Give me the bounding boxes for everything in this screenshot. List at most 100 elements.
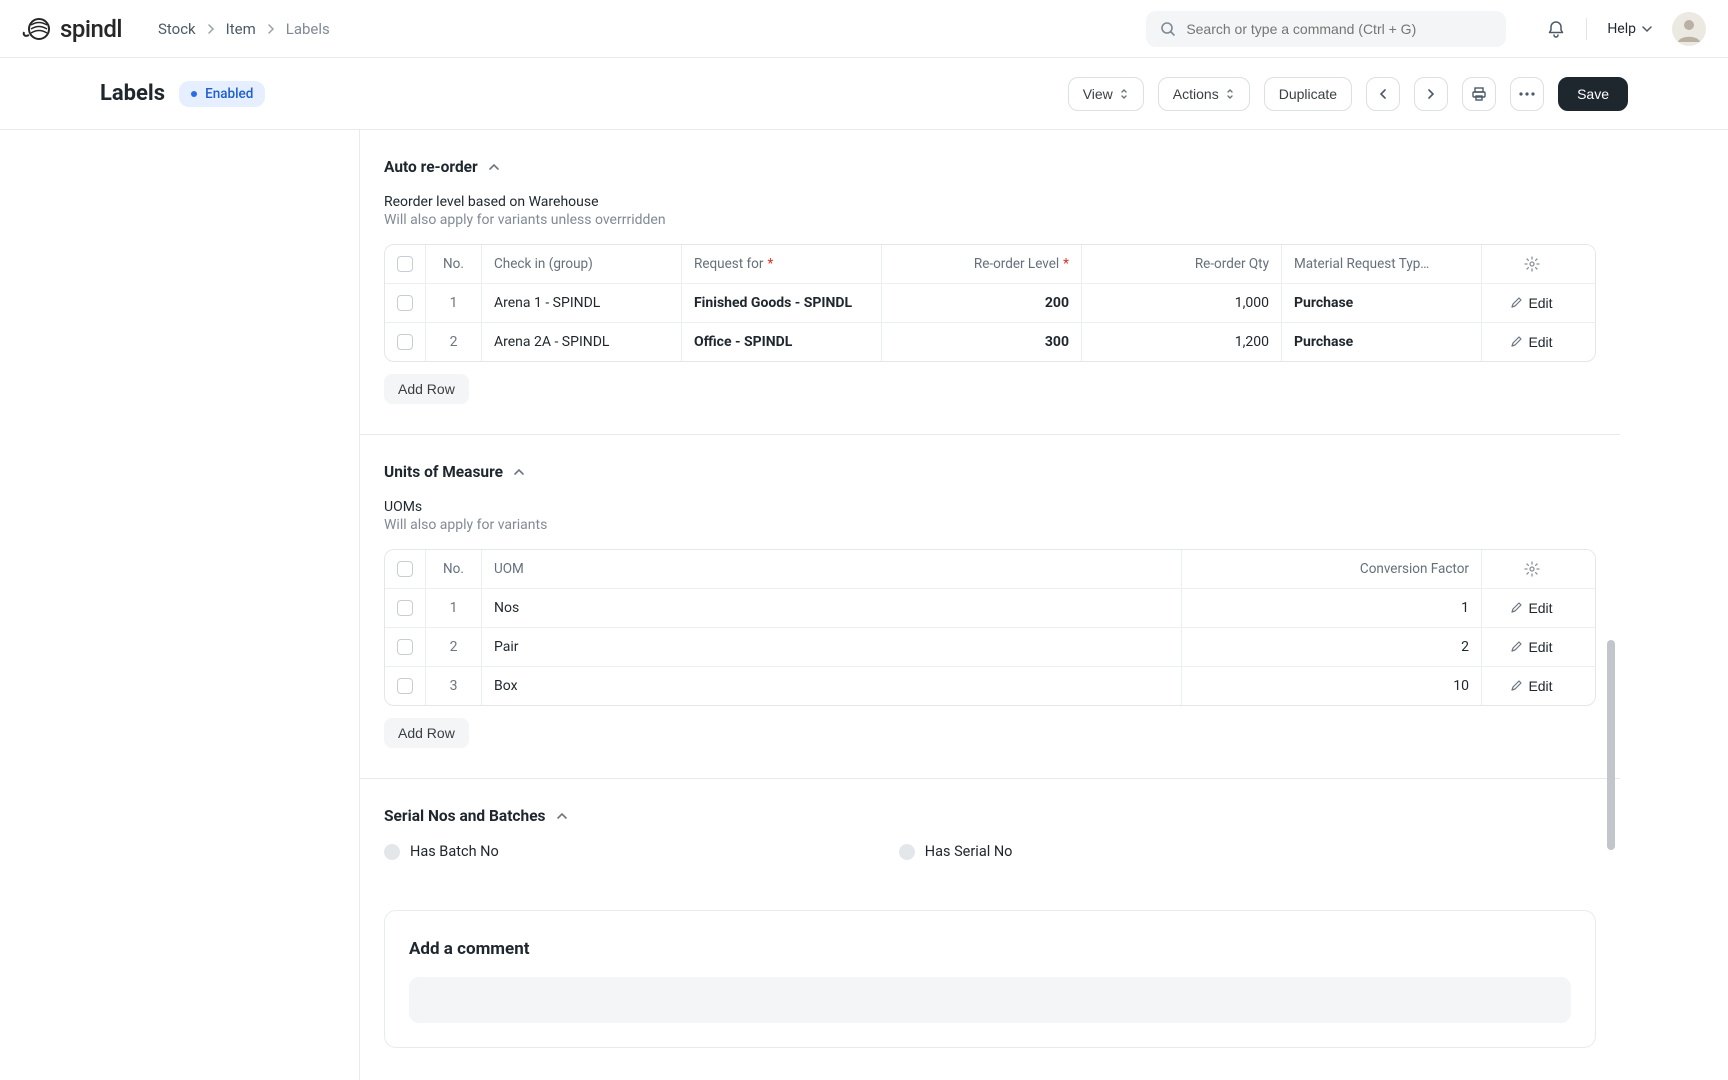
status-dot-icon xyxy=(191,91,197,97)
row-checkbox[interactable] xyxy=(397,639,413,655)
scrollbar[interactable] xyxy=(1607,130,1617,1080)
chevron-right-icon xyxy=(266,24,276,34)
left-gutter xyxy=(0,130,359,1080)
bell-icon[interactable] xyxy=(1546,19,1566,39)
actions-label: Actions xyxy=(1173,86,1219,102)
duplicate-button[interactable]: Duplicate xyxy=(1264,77,1352,111)
section-subtitle: UOMs xyxy=(384,499,1596,515)
brand-logo[interactable]: spindl xyxy=(22,15,122,43)
pencil-icon xyxy=(1510,680,1522,692)
edit-button[interactable]: Edit xyxy=(1510,295,1552,311)
table-row[interactable]: 1 Nos 1 Edit xyxy=(385,588,1595,627)
section-header-serial[interactable]: Serial Nos and Batches xyxy=(384,807,1596,825)
print-button[interactable] xyxy=(1462,77,1496,111)
chevron-up-icon xyxy=(513,466,525,478)
search-icon xyxy=(1160,21,1176,37)
chevron-down-icon xyxy=(1642,24,1652,34)
search-input[interactable] xyxy=(1186,21,1492,37)
section-title: Serial Nos and Batches xyxy=(384,807,546,825)
brand-name: spindl xyxy=(60,15,122,43)
edit-button[interactable]: Edit xyxy=(1510,600,1552,616)
view-button[interactable]: View xyxy=(1068,77,1144,111)
chevron-right-icon xyxy=(1426,89,1436,99)
printer-icon xyxy=(1471,86,1487,102)
topbar: spindl Stock Item Labels Help xyxy=(0,0,1728,58)
yarn-icon xyxy=(22,17,52,41)
table-row[interactable]: 2 Arena 2A - SPINDL Office - SPINDL 300 … xyxy=(385,322,1595,361)
col-request-for: Request for* xyxy=(681,245,881,283)
row-checkbox[interactable] xyxy=(397,295,413,311)
pencil-icon xyxy=(1510,336,1522,348)
table-header: No. Check in (group) Request for* Re-ord… xyxy=(385,245,1595,283)
next-button[interactable] xyxy=(1414,77,1448,111)
section-title: Auto re-order xyxy=(384,158,478,176)
add-row-button[interactable]: Add Row xyxy=(384,374,469,404)
gear-icon xyxy=(1524,561,1540,577)
section-title: Units of Measure xyxy=(384,463,503,481)
duplicate-label: Duplicate xyxy=(1279,86,1337,102)
breadcrumb-item[interactable]: Item xyxy=(226,20,256,38)
edit-button[interactable]: Edit xyxy=(1510,639,1552,655)
divider xyxy=(1586,18,1587,40)
table-row[interactable]: 2 Pair 2 Edit xyxy=(385,627,1595,666)
more-button[interactable] xyxy=(1510,77,1544,111)
more-icon xyxy=(1519,92,1535,96)
breadcrumb: Stock Item Labels xyxy=(158,20,330,38)
chevron-left-icon xyxy=(1378,89,1388,99)
status-label: Enabled xyxy=(205,86,253,102)
gear-icon xyxy=(1524,256,1540,272)
select-icon xyxy=(1119,88,1129,100)
scrollbar-thumb[interactable] xyxy=(1607,640,1615,850)
chevron-right-icon xyxy=(206,24,216,34)
breadcrumb-stock[interactable]: Stock xyxy=(158,20,196,38)
has-serial-checkbox[interactable]: Has Serial No xyxy=(899,843,1013,860)
breadcrumb-labels: Labels xyxy=(286,20,330,38)
table-config[interactable] xyxy=(1481,245,1581,283)
save-button[interactable]: Save xyxy=(1558,77,1628,111)
help-label: Help xyxy=(1607,21,1636,37)
table-row[interactable]: 1 Arena 1 - SPINDL Finished Goods - SPIN… xyxy=(385,283,1595,322)
col-checkin: Check in (group) xyxy=(481,245,681,283)
edit-button[interactable]: Edit xyxy=(1510,678,1552,694)
section-hint: Will also apply for variants unless over… xyxy=(384,212,1596,228)
select-icon xyxy=(1225,88,1235,100)
page-title: Labels xyxy=(100,81,165,106)
chevron-up-icon xyxy=(556,810,568,822)
table-row[interactable]: 3 Box 10 Edit xyxy=(385,666,1595,705)
add-row-button[interactable]: Add Row xyxy=(384,718,469,748)
main-panel: Auto re-order Reorder level based on War… xyxy=(359,130,1620,1080)
col-mrt: Material Request Typ… xyxy=(1281,245,1481,283)
reorder-table: No. Check in (group) Request for* Re-ord… xyxy=(384,244,1596,362)
comment-title: Add a comment xyxy=(409,939,1571,959)
help-menu[interactable]: Help xyxy=(1607,21,1652,37)
avatar[interactable] xyxy=(1672,12,1706,46)
table-config[interactable] xyxy=(1481,550,1581,588)
pencil-icon xyxy=(1510,602,1522,614)
select-all-checkbox[interactable] xyxy=(397,256,413,272)
section-header-uom[interactable]: Units of Measure xyxy=(384,463,1596,481)
global-search[interactable] xyxy=(1146,11,1506,47)
checkbox-icon xyxy=(384,844,400,860)
chevron-up-icon xyxy=(488,161,500,173)
edit-button[interactable]: Edit xyxy=(1510,334,1552,350)
table-header: No. UOM Conversion Factor xyxy=(385,550,1595,588)
select-all-checkbox[interactable] xyxy=(397,561,413,577)
pencil-icon xyxy=(1510,297,1522,309)
col-reorder-level: Re-order Level* xyxy=(881,245,1081,283)
section-header-reorder[interactable]: Auto re-order xyxy=(384,158,1596,176)
page-header: Labels Enabled View Actions Duplicate Sa… xyxy=(0,58,1728,130)
comment-input[interactable] xyxy=(409,977,1571,1023)
row-checkbox[interactable] xyxy=(397,678,413,694)
uom-table: No. UOM Conversion Factor 1 Nos 1 Edit xyxy=(384,549,1596,706)
status-badge: Enabled xyxy=(179,81,265,107)
has-batch-checkbox[interactable]: Has Batch No xyxy=(384,843,499,860)
row-checkbox[interactable] xyxy=(397,600,413,616)
col-reorder-qty: Re-order Qty xyxy=(1081,245,1281,283)
actions-button[interactable]: Actions xyxy=(1158,77,1250,111)
section-hint: Will also apply for variants xyxy=(384,517,1596,533)
col-no: No. xyxy=(425,245,481,283)
col-cf: Conversion Factor xyxy=(1181,550,1481,588)
row-checkbox[interactable] xyxy=(397,334,413,350)
prev-button[interactable] xyxy=(1366,77,1400,111)
view-label: View xyxy=(1083,86,1113,102)
